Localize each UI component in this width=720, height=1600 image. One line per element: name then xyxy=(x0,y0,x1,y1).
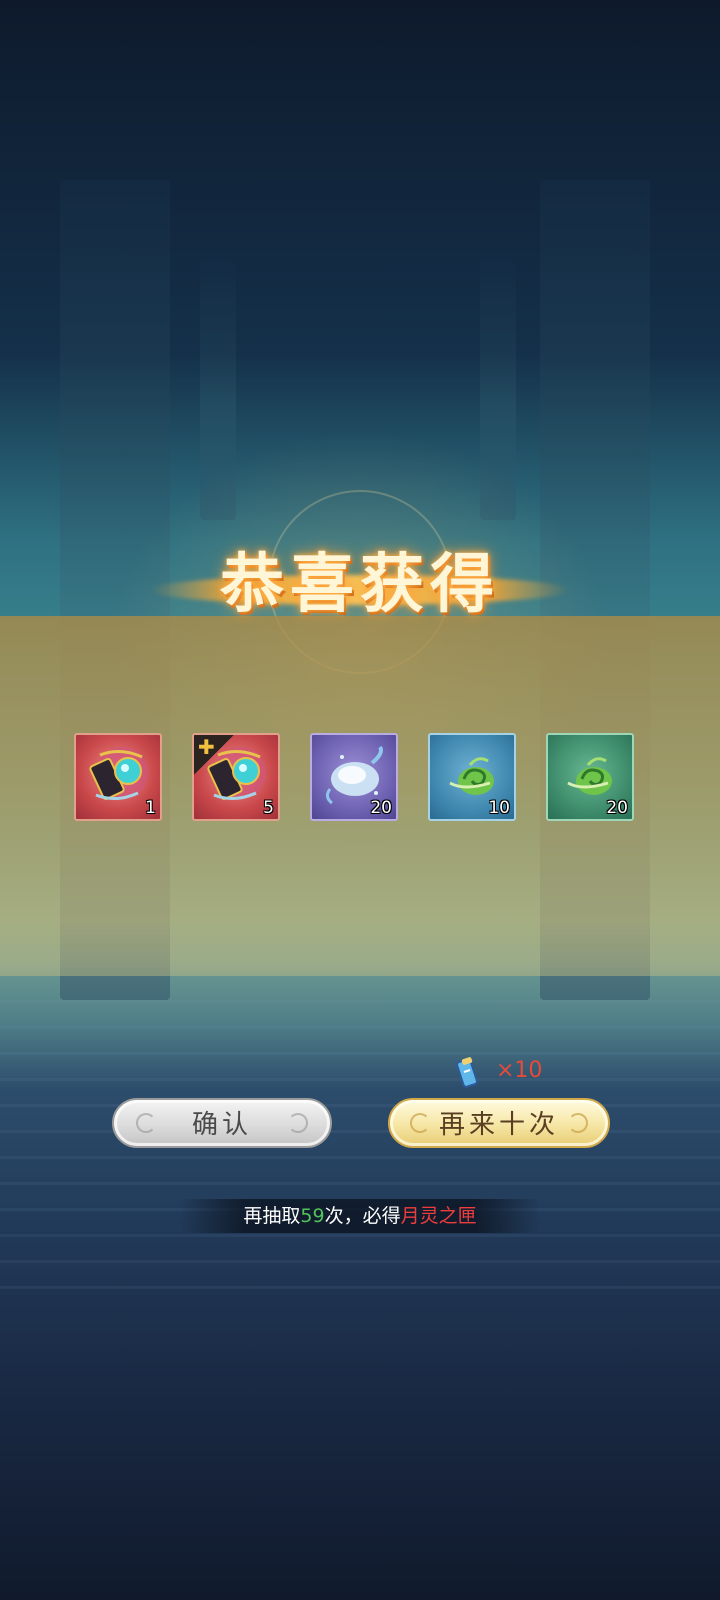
draw-again-button-label: 再来十次 xyxy=(438,1110,559,1140)
item-count: 20 xyxy=(606,798,628,818)
item-count: 1 xyxy=(145,798,156,818)
cloud-swirl-decoration xyxy=(410,1113,430,1133)
item-count: 10 xyxy=(488,798,510,818)
confirm-button[interactable]: 确认 xyxy=(112,1098,332,1148)
moon-box-icon xyxy=(89,747,148,800)
draw-ticket-icon xyxy=(456,1057,478,1088)
reward-items-row: 1 ✚ 5 20 10 20 xyxy=(0,733,720,825)
pity-count: 59 xyxy=(300,1205,325,1227)
pity-item-name: 月灵之匣 xyxy=(400,1205,477,1227)
reward-item-water-crystal[interactable]: 20 xyxy=(310,733,398,821)
puzzle-piece-icon: ✚ xyxy=(198,735,215,759)
reward-item-moon-spirit-box-fragment[interactable]: ✚ 5 xyxy=(192,733,280,821)
reward-title: 恭喜获得 xyxy=(150,535,570,635)
pity-middle: 次，必得 xyxy=(324,1205,401,1227)
background-stairs xyxy=(0,1000,720,1300)
cloud-swirl-decoration xyxy=(136,1113,156,1133)
cloud-swirl-decoration xyxy=(288,1113,308,1133)
item-count: 20 xyxy=(370,798,392,818)
draw-again-button[interactable]: 再来十次 xyxy=(388,1098,610,1148)
game-screen: 恭喜获得 1 ✚ 5 20 10 20 ×10 确认 再来十次 再抽取59次，必… xyxy=(0,0,720,1600)
draw-cost-text: ×10 xyxy=(496,1058,543,1083)
pity-counter: 再抽取59次，必得月灵之匣 xyxy=(180,1199,540,1233)
fragment-corner-tag: ✚ xyxy=(194,735,234,775)
pity-prefix: 再抽取 xyxy=(243,1205,301,1227)
reward-item-jade-cloud[interactable]: 20 xyxy=(546,733,634,821)
reward-item-moon-spirit-box[interactable]: 1 xyxy=(74,733,162,821)
cloud-swirl-decoration xyxy=(568,1113,588,1133)
reward-item-jade-cloud[interactable]: 10 xyxy=(428,733,516,821)
item-count: 5 xyxy=(263,798,274,818)
confirm-button-label: 确认 xyxy=(191,1110,252,1140)
reward-title-text: 恭喜获得 xyxy=(220,547,500,622)
